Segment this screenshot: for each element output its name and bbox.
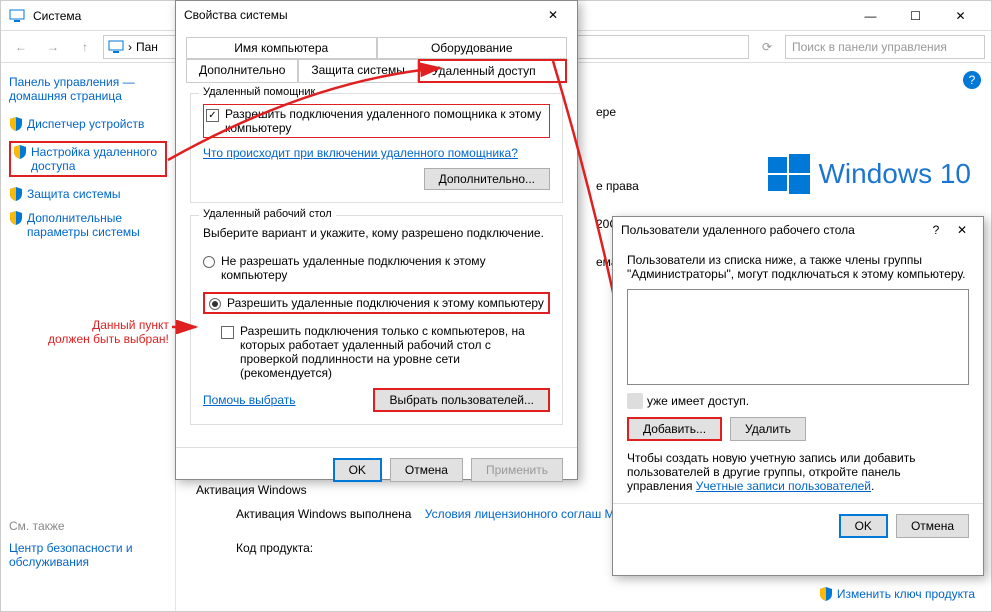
rd-users-dialog: Пользователи удаленного рабочего стола ?… xyxy=(612,216,984,576)
rdusers-buttons: OK Отмена xyxy=(613,503,983,548)
remove-button[interactable]: Удалить xyxy=(730,417,806,441)
sidebar-home[interactable]: Панель управления — домашняя страница xyxy=(9,75,167,103)
tab-remote[interactable]: Удаленный доступ xyxy=(418,59,567,83)
rdusers-ok-button[interactable]: OK xyxy=(839,514,888,538)
ok-button[interactable]: OK xyxy=(333,458,382,482)
sidebar-protection[interactable]: Защита системы xyxy=(9,187,167,201)
shield-icon xyxy=(13,145,27,159)
shield-icon xyxy=(9,117,23,131)
product-code-label: Код продукта: xyxy=(236,541,313,555)
shield-icon xyxy=(9,187,23,201)
user-icon xyxy=(627,393,643,409)
tab-hardware[interactable]: Оборудование xyxy=(377,37,568,59)
up-button[interactable]: ↑ xyxy=(71,33,99,61)
shield-icon xyxy=(819,587,833,601)
sidebar-remote-settings[interactable]: Настройка удаленного доступа xyxy=(9,141,167,177)
dialog-close-button[interactable]: ✕ xyxy=(537,3,569,27)
rd-allow-radio[interactable]: Разрешить удаленные подключения к этому … xyxy=(203,292,550,314)
search-input[interactable]: Поиск в панели управления xyxy=(785,35,985,59)
computer-icon xyxy=(108,39,124,55)
annotation-text: Данный пункт должен быть выбран! xyxy=(48,318,169,346)
add-button[interactable]: Добавить... xyxy=(627,417,722,441)
system-properties-dialog: Свойства системы ✕ Имя компьютера Оборуд… xyxy=(175,0,578,480)
rdusers-titlebar: Пользователи удаленного рабочего стола ?… xyxy=(613,217,983,243)
checkbox-icon[interactable] xyxy=(206,109,219,122)
user-accounts-link[interactable]: Учетные записи пользователей xyxy=(696,479,871,493)
rdusers-description: Пользователи из списка ниже, а также чле… xyxy=(627,253,969,281)
help-button[interactable]: ? xyxy=(923,219,949,241)
tab-advanced[interactable]: Дополнительно xyxy=(186,59,298,83)
dialog-buttons: OK Отмена Применить xyxy=(176,447,577,492)
tabs: Имя компьютера Оборудование Дополнительн… xyxy=(176,29,577,83)
ra-legend: Удаленный помощник xyxy=(199,86,319,98)
sidebar-security-center[interactable]: Центр безопасности и обслуживания xyxy=(9,541,167,569)
activation-status: Активация Windows выполнена xyxy=(236,507,411,521)
ra-allow-checkbox-row[interactable]: Разрешить подключения удаленного помощни… xyxy=(203,104,550,138)
forward-button[interactable]: → xyxy=(39,33,67,61)
maximize-button[interactable]: ☐ xyxy=(893,2,938,30)
breadcrumb-text: Пан xyxy=(136,40,158,54)
tab-computer-name[interactable]: Имя компьютера xyxy=(186,37,377,59)
rdusers-close-button[interactable]: ✕ xyxy=(949,219,975,241)
close-button[interactable]: ✕ xyxy=(938,2,983,30)
remote-fragment: ере xyxy=(596,105,971,119)
rd-instruction: Выберите вариант и укажите, кому разреше… xyxy=(203,226,550,240)
remote-desktop-group: Удаленный рабочий стол Выберите вариант … xyxy=(190,215,563,425)
ra-help-link[interactable]: Что происходит при включении удаленного … xyxy=(203,146,518,160)
rd-nla-checkbox[interactable]: Разрешить подключения только с компьютер… xyxy=(221,324,550,380)
rdusers-body: Пользователи из списка ниже, а также чле… xyxy=(613,243,983,503)
windows10-logo: Windows 10 xyxy=(768,153,971,195)
dialog-title: Свойства системы xyxy=(184,8,537,22)
radio-icon[interactable] xyxy=(203,256,215,268)
ra-advanced-button[interactable]: Дополнительно... xyxy=(424,168,550,190)
tab-content: Удаленный помощник Разрешить подключения… xyxy=(176,83,577,447)
cancel-button[interactable]: Отмена xyxy=(390,458,463,482)
dialog-titlebar: Свойства системы ✕ xyxy=(176,1,577,29)
select-users-button[interactable]: Выбрать пользователей... xyxy=(373,388,550,412)
radio-icon[interactable] xyxy=(209,298,221,310)
rd-legend: Удаленный рабочий стол xyxy=(199,208,336,220)
rdusers-cancel-button[interactable]: Отмена xyxy=(896,514,969,538)
sidebar-device-manager[interactable]: Диспетчер устройств xyxy=(9,117,167,131)
window-controls: — ☐ ✕ xyxy=(848,2,983,30)
see-also-label: См. также xyxy=(9,519,167,533)
apply-button[interactable]: Применить xyxy=(471,458,563,482)
back-button[interactable]: ← xyxy=(7,33,35,61)
windows-icon xyxy=(768,153,810,195)
rdusers-title: Пользователи удаленного рабочего стола xyxy=(621,223,923,237)
checkbox-icon[interactable] xyxy=(221,326,234,339)
remote-assistance-group: Удаленный помощник Разрешить подключения… xyxy=(190,93,563,203)
tab-protection[interactable]: Защита системы xyxy=(298,59,417,83)
computer-icon xyxy=(9,8,25,24)
change-key-link[interactable]: Изменить ключ продукта xyxy=(819,587,975,601)
sidebar-advanced[interactable]: Дополнительные параметры системы xyxy=(9,211,167,239)
rdusers-note: Чтобы создать новую учетную запись или д… xyxy=(627,451,969,493)
users-listbox[interactable] xyxy=(627,289,969,385)
rd-help-link[interactable]: Помочь выбрать xyxy=(203,393,296,407)
refresh-button[interactable]: ⟳ xyxy=(753,33,781,61)
minimize-button[interactable]: — xyxy=(848,2,893,30)
shield-icon xyxy=(9,211,23,225)
rd-deny-radio[interactable]: Не разрешать удаленные подключения к это… xyxy=(203,254,550,282)
access-row: уже имеет доступ. xyxy=(627,393,969,409)
